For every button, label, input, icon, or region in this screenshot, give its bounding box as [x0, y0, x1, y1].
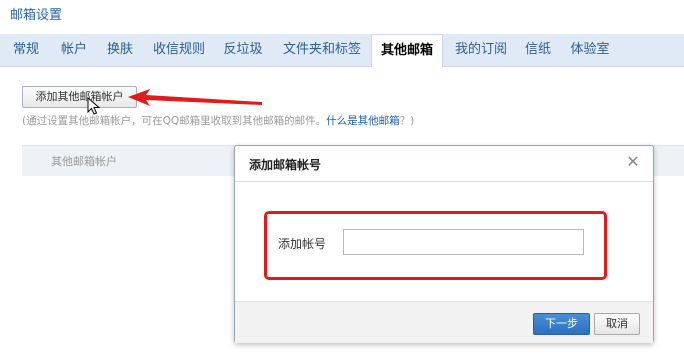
tab-subscriptions[interactable]: 我的订阅: [450, 34, 512, 66]
tab-anti-spam[interactable]: 反垃圾: [218, 34, 268, 66]
tab-account[interactable]: 帐户: [56, 34, 92, 66]
dialog-header: 添加邮箱帐号 ✕: [235, 146, 653, 182]
dialog-title: 添加邮箱帐号: [249, 158, 322, 172]
tab-mail-rules[interactable]: 收信规则: [148, 34, 210, 66]
next-step-button[interactable]: 下一步: [533, 313, 590, 335]
dialog-footer: [235, 301, 653, 343]
settings-tabbar: 常规 帐户 换肤 收信规则 反垃圾 文件夹和标签 其他邮箱 我的订阅 信纸 体验…: [0, 34, 684, 67]
tab-skin[interactable]: 换肤: [102, 34, 138, 66]
tab-folders-labels[interactable]: 文件夹和标签: [278, 34, 366, 66]
hint-text: (通过设置其他邮箱帐户，可在QQ邮箱里收取到其他邮箱的邮件。: [22, 115, 327, 127]
tab-general[interactable]: 常规: [6, 34, 46, 66]
tab-stationery[interactable]: 信纸: [520, 34, 556, 66]
annotation-arrow: [128, 89, 262, 106]
page-title: 邮箱设置: [10, 8, 63, 23]
add-account-label: 添加帐号: [278, 237, 327, 251]
tab-other-mailboxes[interactable]: 其他邮箱: [371, 34, 443, 67]
add-account-input[interactable]: [343, 229, 584, 255]
what-is-other-mailbox-link[interactable]: 什么是其他邮箱: [326, 115, 400, 127]
cancel-button[interactable]: 取消: [594, 313, 640, 335]
tab-labs[interactable]: 体验室: [566, 34, 614, 66]
close-icon[interactable]: ✕: [625, 154, 641, 170]
hint-suffix: ？): [399, 115, 415, 127]
other-mailbox-hint: (通过设置其他邮箱帐户，可在QQ邮箱里收取到其他邮箱的邮件。什么是其他邮箱？): [22, 114, 414, 128]
column-header-account: 其他邮箱帐户: [51, 155, 117, 168]
